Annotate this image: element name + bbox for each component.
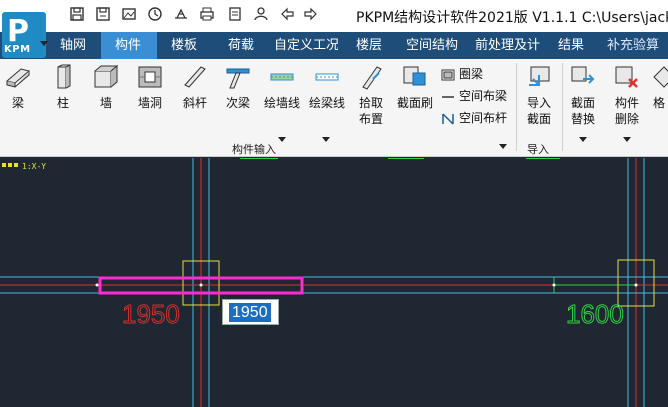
beam-button[interactable]: 梁 <box>3 63 33 111</box>
wall-icon <box>94 64 119 88</box>
group-separator <box>562 63 563 151</box>
tab-axis-grid[interactable]: 轴网 <box>60 32 86 59</box>
space-beam-icon <box>442 95 454 98</box>
column-button[interactable]: 柱 <box>48 63 78 111</box>
save-icon[interactable] <box>68 6 86 24</box>
beam-end-node <box>95 283 99 287</box>
view-label: 1:X-Y <box>22 162 46 171</box>
view-indicator <box>8 163 12 167</box>
draw-wall-line-icon <box>270 73 294 81</box>
member-delete-button[interactable]: 构件 删除 <box>610 63 644 127</box>
import-section-icon <box>529 66 550 86</box>
chevron-down-icon[interactable] <box>278 137 286 142</box>
tab-result[interactable]: 结果 <box>558 32 584 59</box>
space-rod-button[interactable]: 空间布杆 <box>441 109 507 127</box>
tab-slab[interactable]: 楼板 <box>171 32 197 59</box>
user-icon[interactable] <box>252 6 270 24</box>
wall-opening-icon <box>138 66 162 88</box>
tab-member[interactable]: 构件 <box>101 32 157 59</box>
space-rod-icon <box>442 112 454 125</box>
import-section-label-line2: 截面 <box>526 112 551 126</box>
section-replace-icon <box>571 66 595 84</box>
space-beam-button[interactable]: 空间布梁 <box>441 87 507 105</box>
tool-icon[interactable] <box>172 6 190 24</box>
tab-load[interactable]: 荷载 <box>228 32 254 59</box>
view-indicator <box>14 163 18 167</box>
chevron-down-icon[interactable] <box>623 137 631 142</box>
chevron-down-icon[interactable] <box>579 137 587 142</box>
member-delete-label-line1: 构件 <box>614 96 639 110</box>
save-as-icon[interactable] <box>94 6 112 24</box>
dimension-input-field[interactable]: 1950 <box>222 299 279 325</box>
history-icon[interactable] <box>146 6 164 24</box>
tab-space-structure[interactable]: 空间结构 <box>406 32 458 59</box>
section-replace-label-line2: 替换 <box>570 112 595 126</box>
tab-preprocess[interactable]: 前处理及计 <box>475 32 545 59</box>
import-section-button[interactable]: 导入 截面 <box>524 63 554 127</box>
brace-button[interactable]: 斜杆 <box>179 63 211 111</box>
pick-layout-label-line2: 布置 <box>358 112 383 126</box>
tab-floor[interactable]: 楼层 <box>356 32 382 59</box>
dimension-label-left: 1950 <box>122 299 180 329</box>
secondary-beam-button[interactable]: 次梁 <box>222 63 254 111</box>
view-indicator <box>2 163 6 167</box>
group-label-import: 导入 <box>527 143 549 156</box>
app-title: PKPM结构设计软件2021版 V1.1.1 C:\Users\jack\I <box>356 10 668 26</box>
ribbon-tab-bar: 轴网 构件 楼板 荷载 自定义工况 楼层 空间结构 前处理及计 结果 补充验算 <box>0 32 668 59</box>
group-label-member-input: 构件输入 <box>232 143 276 156</box>
member-delete-label-line2: 删除 <box>614 112 639 126</box>
group-separator <box>516 63 517 151</box>
column-icon <box>57 64 71 89</box>
draw-beam-line-button[interactable]: 绘梁线 <box>306 63 348 111</box>
tab-supplement-check[interactable]: 补充验算 <box>607 32 659 59</box>
logo-text: KPM <box>4 44 31 55</box>
brace-icon <box>184 66 206 88</box>
section-replace-label-line1: 截面 <box>570 96 595 110</box>
grid-button[interactable]: 格 <box>650 63 668 111</box>
draw-wall-line-button[interactable]: 绘墙线 <box>262 63 302 111</box>
print-icon[interactable] <box>198 6 216 24</box>
dimension-input-value[interactable]: 1950 <box>229 303 271 322</box>
pick-layout-icon <box>362 66 382 90</box>
wall-opening-button[interactable]: 墙洞 <box>132 63 168 111</box>
pick-layout-label-line1: 拾取 <box>358 96 383 110</box>
section-brush-icon <box>403 66 426 86</box>
back-icon[interactable] <box>278 6 296 24</box>
chevron-down-icon[interactable] <box>322 137 330 142</box>
wall-button[interactable]: 墙 <box>91 63 121 111</box>
ring-beam-icon <box>441 69 455 80</box>
beam-icon <box>5 68 31 88</box>
section-replace-button[interactable]: 截面 替换 <box>566 63 600 127</box>
tab-custom-case[interactable]: 自定义工况 <box>274 32 338 59</box>
dimension-label-right: 1600 <box>566 299 624 329</box>
axis-node <box>634 283 638 287</box>
pick-layout-button[interactable]: 拾取 布置 <box>357 63 385 127</box>
ring-beam-button[interactable]: 圈梁 <box>441 65 483 83</box>
app-logo[interactable]: P KPM <box>2 12 48 58</box>
image-icon[interactable] <box>120 6 138 24</box>
dimension-node <box>552 283 556 287</box>
canvas-drawing: 1950 1600 1:X-Y <box>0 158 668 407</box>
chevron-down-icon[interactable] <box>499 144 507 149</box>
clipboard-icon[interactable] <box>226 6 244 24</box>
ribbon-panel: 梁 柱 墙 墙洞 斜杆 次梁 绘墙线 绘梁线 拾取 布置 截面刷 圈梁 空间布梁… <box>0 59 668 157</box>
member-delete-icon <box>615 66 638 88</box>
section-brush-button[interactable]: 截面刷 <box>395 63 435 111</box>
grid-icon <box>653 66 668 88</box>
forward-icon[interactable] <box>302 6 320 24</box>
title-bar: PKPM结构设计软件2021版 V1.1.1 C:\Users\jack\I <box>0 0 668 32</box>
draw-beam-line-icon <box>315 73 339 81</box>
axis-node <box>199 283 203 287</box>
drawing-canvas[interactable]: 1950 1600 1:X-Y 1950 <box>0 158 668 407</box>
chevron-down-icon <box>40 41 48 46</box>
dimension-line <box>553 277 636 293</box>
import-section-label-line1: 导入 <box>526 96 551 110</box>
secondary-beam-icon <box>226 68 250 89</box>
